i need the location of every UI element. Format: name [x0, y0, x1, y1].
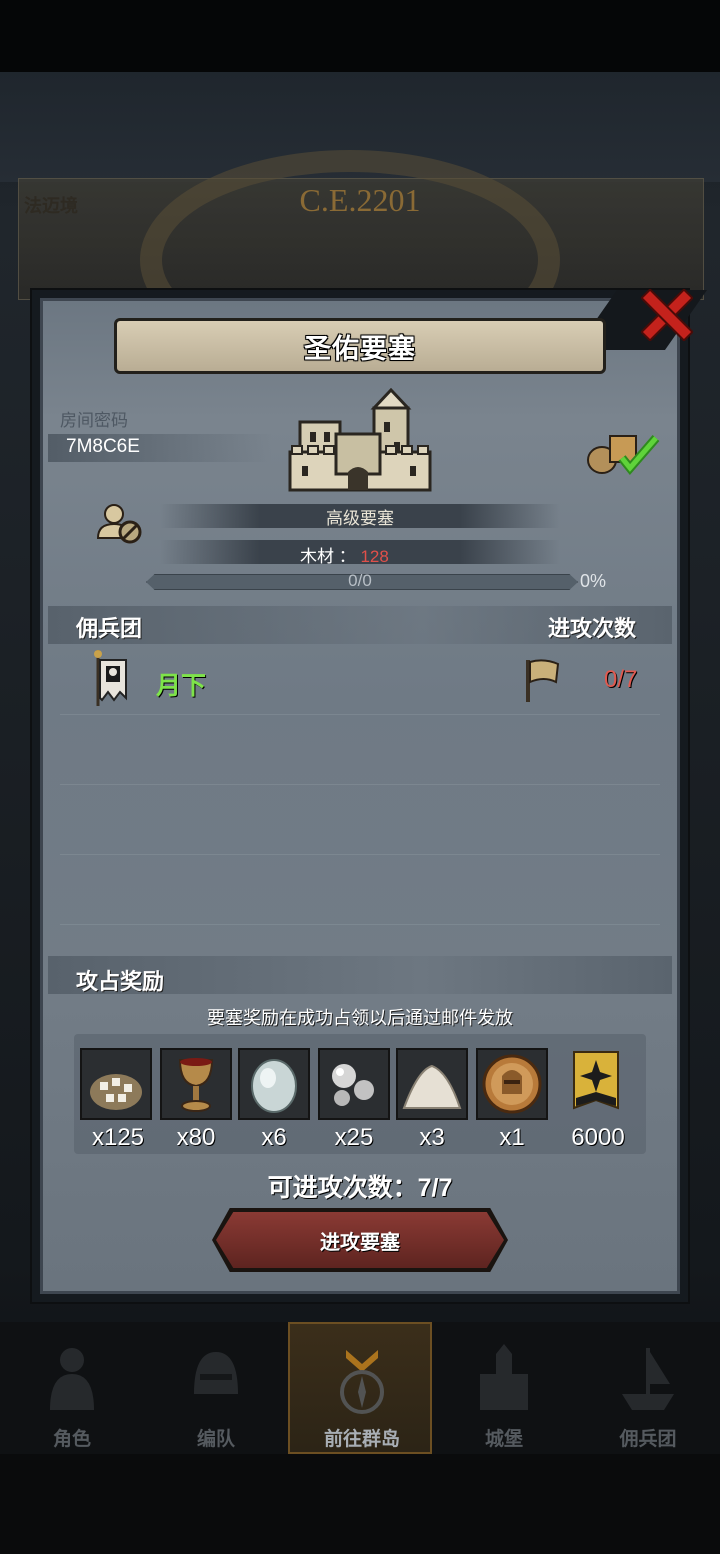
silver-ore-icon[interactable]: [318, 1048, 390, 1120]
room-code[interactable]: 7M8C6E: [66, 436, 140, 458]
wood-value: 128: [360, 547, 389, 566]
compass-icon: [340, 1350, 384, 1414]
castle-icon: [480, 1344, 528, 1410]
location-label: 法迈境: [24, 196, 78, 216]
guild-banner-icon: [94, 650, 127, 706]
reward-note: 要塞奖励在成功占领以后通过邮件发放: [207, 1008, 513, 1028]
row-divider: [60, 924, 660, 925]
nav-label: 城堡: [484, 1429, 523, 1450]
year-label: C.E.2201: [299, 182, 421, 218]
room-code-label: 房间密码: [60, 411, 128, 430]
reward-qty-moonstone: x6: [261, 1124, 287, 1151]
capture-progress-percent: 0%: [580, 571, 607, 591]
dialog-title: 圣佑要塞: [304, 333, 416, 364]
loot-collected-icon[interactable]: [584, 428, 664, 476]
rank-medal-icon[interactable]: [572, 1050, 620, 1120]
fortress-level: 高级要塞: [326, 509, 394, 528]
reward-qty-silver: x25: [334, 1124, 374, 1151]
reward-qty-goblet: x80: [176, 1124, 216, 1151]
title-plate: 圣佑要塞: [114, 318, 606, 374]
attack-button-label: 进攻要塞: [320, 1231, 400, 1254]
sugar-sack-icon[interactable]: [80, 1048, 152, 1120]
row-divider: [60, 784, 660, 785]
close-button[interactable]: [636, 286, 690, 340]
moonstone-icon[interactable]: [238, 1048, 310, 1120]
attack-count-label: 进攻次数: [548, 616, 637, 641]
nav-castle[interactable]: 城堡: [432, 1322, 576, 1454]
reward-qty-salt: x3: [419, 1124, 445, 1151]
nav-formation[interactable]: 编队: [144, 1322, 288, 1454]
goblet-icon[interactable]: [160, 1048, 232, 1120]
ship-icon: [622, 1348, 674, 1410]
nav-character[interactable]: 角色: [0, 1322, 144, 1454]
reward-section-label: 攻占奖励: [76, 969, 165, 994]
row-divider: [60, 854, 660, 855]
wood-separator: ：: [338, 547, 361, 566]
fortress-icon: [288, 388, 432, 492]
salt-pile-icon[interactable]: [396, 1048, 468, 1120]
nav-label: 角色: [52, 1429, 91, 1450]
attempts-remaining: 可进攻次数：7/7: [267, 1174, 453, 1202]
nav-label: 佣兵团: [619, 1429, 677, 1450]
wood-label: 木材: [300, 547, 334, 566]
system-nav-area: [0, 1454, 720, 1554]
row-divider: [60, 714, 660, 715]
mercenary-section-label: 佣兵团: [76, 616, 143, 641]
knight-coin-icon[interactable]: [476, 1048, 548, 1120]
mercenary-name[interactable]: 月下: [156, 666, 206, 702]
nav-label: 前往群岛: [323, 1429, 400, 1450]
nav-islands[interactable]: 前往群岛: [288, 1322, 432, 1454]
reward-qty-rank: 6000: [571, 1124, 625, 1151]
capture-progress-text: 0/0: [348, 571, 372, 590]
reward-qty-sugar: x125: [91, 1124, 145, 1151]
attack-fortress-button[interactable]: 进攻要塞: [216, 1212, 504, 1268]
reward-qty-coin: x1: [499, 1124, 525, 1151]
status-bar: [0, 0, 720, 72]
attack-count-value: 0/7: [604, 666, 638, 693]
knight-icon: [50, 1348, 94, 1410]
nav-mercenary[interactable]: 佣兵团: [576, 1322, 720, 1454]
flag-icon: [526, 659, 560, 702]
nav-label: 编队: [196, 1429, 235, 1450]
wood-production: 木材 ： 128: [300, 542, 389, 567]
helmet-icon: [194, 1352, 238, 1394]
